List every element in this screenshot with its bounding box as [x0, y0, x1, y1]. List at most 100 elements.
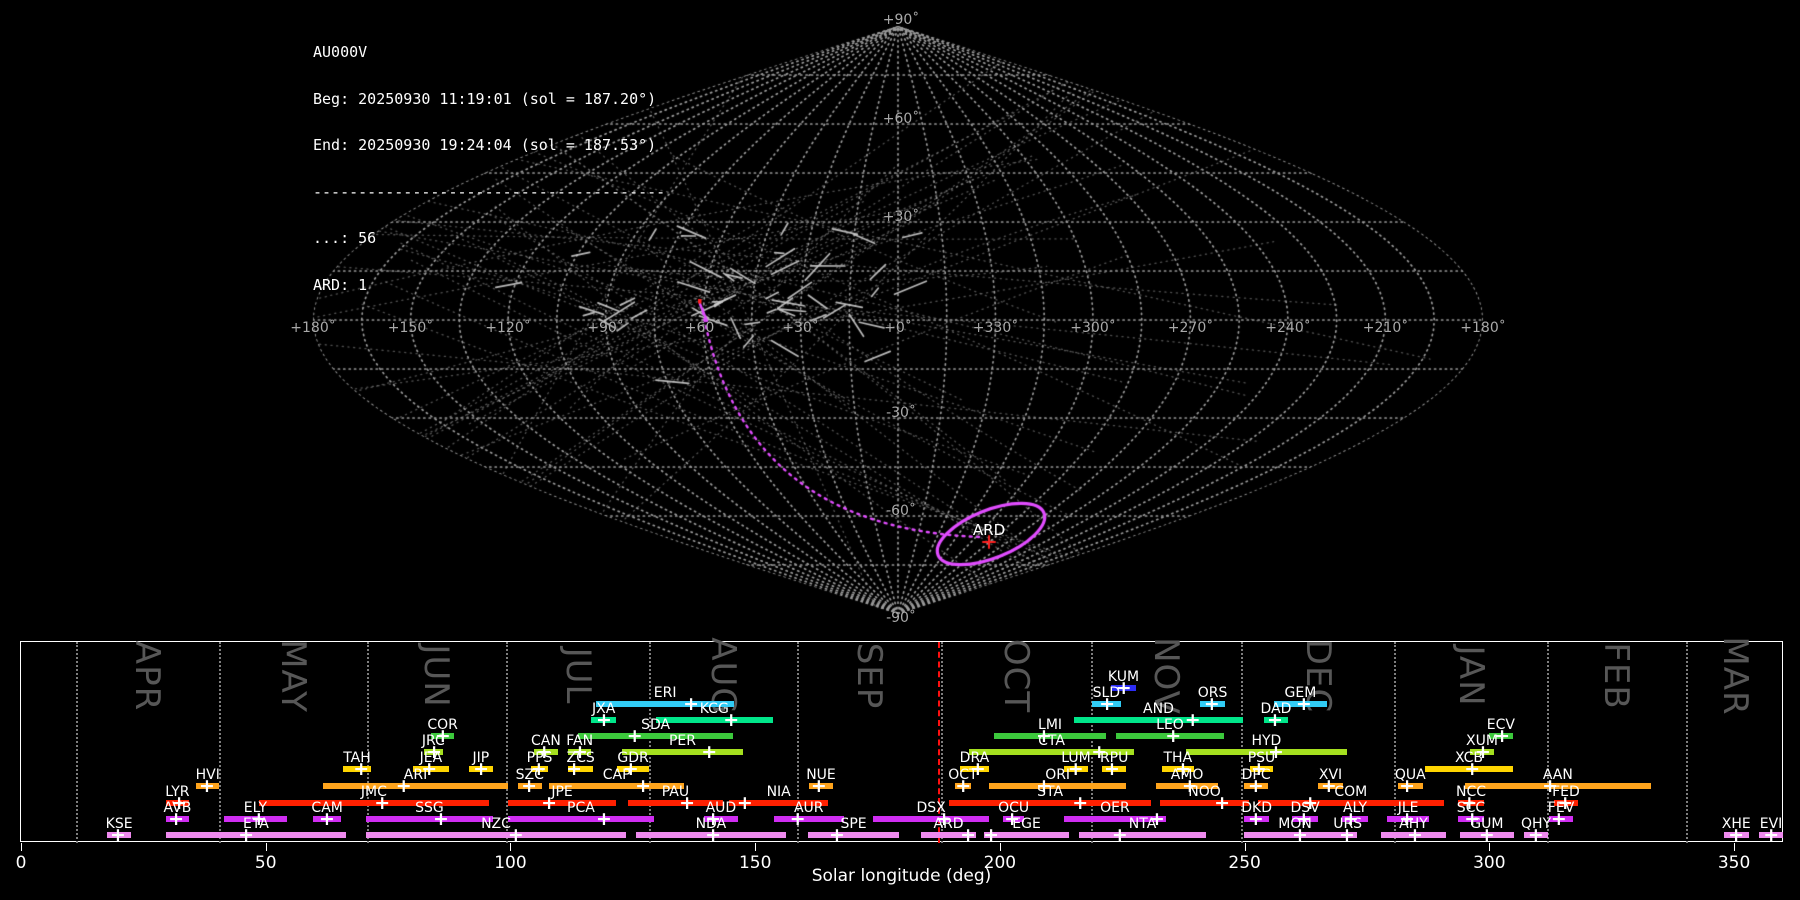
- shower-peak-marker: +: [566, 758, 583, 780]
- shower-peak-marker: +: [1111, 824, 1128, 846]
- shower-peak-marker: +: [1763, 824, 1780, 846]
- shower-label-and: AND: [1143, 701, 1174, 717]
- map-lon-label: +60˚: [684, 320, 722, 336]
- shower-peak-marker: +: [1203, 693, 1220, 715]
- map-lon-label: +300˚: [1070, 320, 1116, 336]
- shower-label-dsx: DSX: [916, 800, 946, 816]
- month-label: MAY: [272, 639, 313, 713]
- end-time: End: 20250930 19:24:04 (sol = 187.53°): [313, 136, 657, 154]
- shower-peak-marker: +: [595, 808, 612, 830]
- month-label: JUN: [416, 644, 457, 708]
- info-header: AU000V Beg: 20250930 11:19:01 (sol = 187…: [313, 14, 665, 324]
- map-lon-label: +210˚: [1362, 320, 1409, 336]
- month-gridline: [505, 642, 508, 843]
- shower-peak-marker: +: [789, 808, 806, 830]
- shower-label-ori: ORI: [1045, 767, 1071, 783]
- x-axis-title: Solar longitude (deg): [811, 866, 992, 886]
- map-lat-label: +30˚: [882, 209, 920, 225]
- shower-peak-marker: +: [473, 758, 490, 780]
- shower-peak-marker: +: [1406, 824, 1423, 846]
- shower-label-ege: EGE: [1012, 816, 1041, 832]
- shower-peak-marker: +: [1291, 824, 1308, 846]
- map-lat-label: -90˚: [886, 610, 916, 626]
- map-lon-label: +180˚: [290, 320, 336, 336]
- map-lat-label: -60˚: [886, 503, 916, 519]
- shower-label-hyd: HYD: [1251, 733, 1282, 749]
- map-lat-label: -30˚: [886, 405, 916, 421]
- shower-label-nia: NIA: [766, 784, 791, 800]
- map-lon-label: +240˚: [1265, 320, 1311, 336]
- x-axis-tick: [999, 843, 1001, 851]
- shower-label-cta: CTA: [1038, 733, 1065, 749]
- shower-peak-marker: +: [1267, 709, 1283, 731]
- shower-peak-marker: +: [507, 824, 524, 846]
- shower-peak-marker: +: [1464, 758, 1481, 780]
- radiant-label-ard: ARD: [972, 521, 1006, 539]
- month-gridline: [1685, 642, 1688, 843]
- begin-time: Beg: 20250930 11:19:01 (sol = 187.20°): [313, 89, 657, 108]
- shower-peak-marker: +: [1399, 775, 1416, 797]
- shower-label-jpe: JPE: [551, 784, 573, 800]
- shower-bar-spe: [808, 832, 900, 838]
- month-label: JUL: [557, 647, 598, 705]
- shower-peak-marker: +: [983, 824, 1000, 846]
- map-lon-label: +270˚: [1167, 320, 1214, 336]
- x-axis-tick: [1489, 843, 1491, 851]
- month-gridline: [367, 642, 370, 843]
- shower-peak-marker: +: [1338, 824, 1355, 846]
- shower-peak-marker: +: [374, 792, 391, 814]
- shower-label-eta: ETA: [242, 816, 269, 832]
- shower-peak-marker: +: [1099, 693, 1116, 715]
- month-label: SEP: [849, 642, 890, 710]
- station-id: AU000V: [313, 43, 368, 61]
- x-axis-tick: [21, 843, 22, 851]
- shower-bar-nzc: [366, 832, 626, 838]
- month-label: MAR: [1714, 636, 1755, 716]
- shower-peak-marker: +: [705, 824, 722, 846]
- shower-peak-marker: +: [1478, 824, 1495, 846]
- shower-peak-marker: +: [1104, 758, 1120, 780]
- month-label: APR: [127, 640, 168, 712]
- shower-peak-marker: +: [318, 808, 335, 830]
- map-lon-label: +120˚: [485, 320, 531, 336]
- x-axis-tick: [1244, 843, 1246, 851]
- month-gridline: [75, 642, 78, 843]
- map-lat-label: +90˚: [882, 12, 920, 28]
- shower-peak-marker: +: [432, 808, 449, 830]
- map-lon-label: +30˚: [782, 320, 819, 336]
- month-label: FEB: [1596, 642, 1637, 710]
- shower-label-pau: PAU: [661, 784, 690, 800]
- shower-peak-marker: +: [595, 709, 612, 731]
- map-lon-label: +180˚: [1460, 320, 1506, 336]
- x-axis-tick: [265, 843, 267, 851]
- shower-peak-marker: +: [109, 824, 126, 846]
- shower-peak-marker: +: [960, 824, 977, 846]
- ard-count: ARD: 1: [313, 275, 368, 294]
- shower-bar-eta: [165, 832, 346, 838]
- x-axis-tick: [510, 843, 512, 851]
- activity-timeline-chart: APR MAY JUN JUL AUG SEP OCT NOV DEC JAN FEB MAR KUM +…: [16, 636, 1783, 873]
- shower-peak-marker: +: [238, 824, 255, 846]
- map-lon-label: +0˚: [884, 320, 912, 336]
- shower-peak-marker: +: [168, 808, 185, 830]
- shower-label-ssg: SSG: [415, 800, 444, 816]
- x-axis-tick: [1734, 843, 1736, 851]
- shower-peak-marker: +: [1247, 775, 1264, 797]
- shower-peak-marker: +: [828, 824, 845, 846]
- month-label: JAN: [1450, 645, 1491, 707]
- shower-peak-marker: +: [626, 725, 643, 747]
- x-axis-tick: [755, 843, 757, 851]
- month-label: OCT: [996, 638, 1037, 714]
- header-separator: ---------------------------------------: [313, 182, 666, 201]
- map-lat-label: +60˚: [882, 111, 920, 127]
- radiant-map-app: AU000V Beg: 20250930 11:19:01 (sol = 187…: [0, 0, 1800, 900]
- shower-label-com: COM: [1334, 784, 1368, 800]
- shower-label-aur: AUR: [793, 800, 824, 816]
- meteor-count: ...: 56: [313, 229, 377, 247]
- map-lon-label: +150˚: [387, 320, 434, 336]
- shower-peak-marker: +: [701, 741, 718, 763]
- shower-label-oer: OER: [1100, 800, 1130, 816]
- shower-peak-marker: +: [353, 758, 370, 780]
- shower-peak-marker: +: [723, 709, 740, 731]
- shower-peak-marker: +: [955, 775, 972, 797]
